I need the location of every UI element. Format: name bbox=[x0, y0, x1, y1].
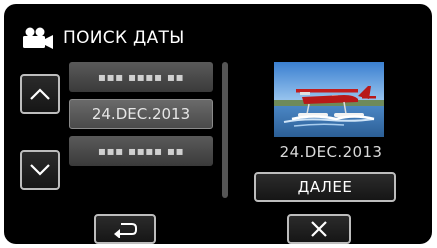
close-icon bbox=[310, 220, 328, 238]
date-row-label: 24.DEC.2013 bbox=[91, 105, 191, 123]
page-title: ПОИСК ДАТЫ bbox=[63, 28, 185, 48]
preview-date: 24.DEC.2013 bbox=[279, 143, 383, 161]
scroll-down-button[interactable] bbox=[20, 150, 60, 190]
date-row-selected[interactable]: 24.DEC.2013 bbox=[69, 99, 213, 129]
scroll-up-button[interactable] bbox=[20, 74, 60, 114]
header: ПОИСК ДАТЫ bbox=[20, 24, 185, 52]
return-arrow-icon bbox=[112, 220, 138, 238]
video-camera-icon bbox=[20, 26, 54, 50]
next-button[interactable]: ДАЛЕЕ bbox=[254, 172, 396, 202]
back-button[interactable] bbox=[94, 214, 156, 244]
scrollbar[interactable] bbox=[222, 62, 228, 198]
seaplane-thumbnail bbox=[274, 62, 384, 137]
date-row[interactable]: ▪▪▪ ▪▪▪▪ ▪▪ bbox=[69, 136, 213, 166]
date-list: ▪▪▪ ▪▪▪▪ ▪▪ 24.DEC.2013 ▪▪▪ ▪▪▪▪ ▪▪ bbox=[69, 62, 213, 192]
chevron-up-icon bbox=[29, 87, 51, 101]
chevron-down-icon bbox=[29, 163, 51, 177]
date-row-label: ▪▪▪ ▪▪▪▪ ▪▪ bbox=[97, 70, 185, 84]
screen: ПОИСК ДАТЫ ▪▪▪ ▪▪▪▪ ▪▪ 24.DEC.2013 ▪▪▪ ▪… bbox=[0, 0, 437, 248]
date-row[interactable]: ▪▪▪ ▪▪▪▪ ▪▪ bbox=[69, 62, 213, 92]
date-row-label: ▪▪▪ ▪▪▪▪ ▪▪ bbox=[97, 144, 185, 158]
next-button-label: ДАЛЕЕ bbox=[297, 178, 353, 196]
close-button[interactable] bbox=[287, 214, 351, 244]
date-search-panel: ПОИСК ДАТЫ ▪▪▪ ▪▪▪▪ ▪▪ 24.DEC.2013 ▪▪▪ ▪… bbox=[4, 4, 432, 244]
